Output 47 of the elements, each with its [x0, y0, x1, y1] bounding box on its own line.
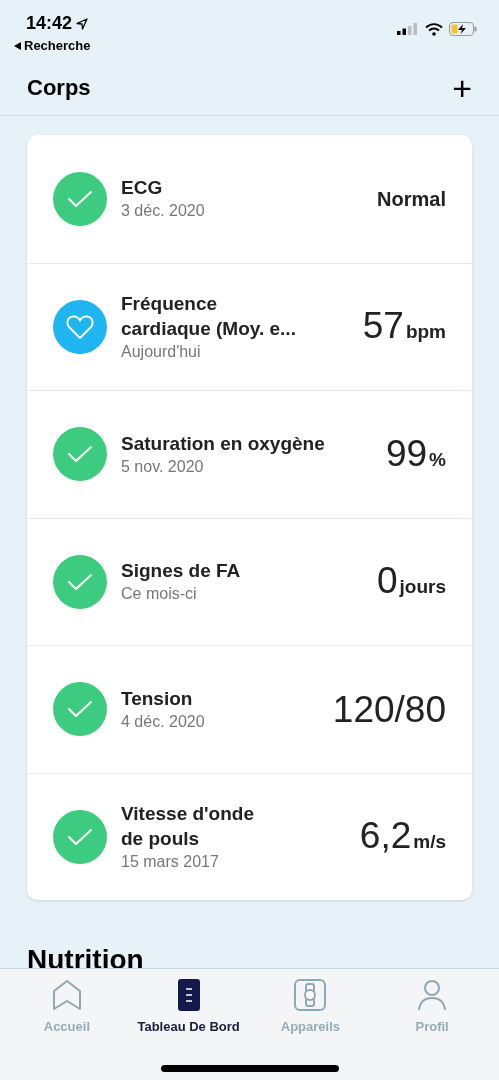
battery-icon: [449, 22, 477, 36]
metric-row[interactable]: Fréquence cardiaque (Moy. e... Aujourd'hui 57 bpm: [27, 262, 472, 390]
back-triangle-icon: [14, 41, 21, 50]
check-icon: [53, 809, 107, 864]
profile-icon: [417, 979, 448, 1011]
metric-unit: %: [429, 447, 446, 472]
watch-icon: [294, 979, 327, 1011]
metric-date: Aujourd'hui: [121, 341, 202, 362]
metric-date: 5 nov. 2020: [121, 456, 205, 477]
list-icon: [177, 979, 200, 1011]
tab-item[interactable]: Tableau De Bord: [128, 979, 249, 1037]
metric-value: 120/80: [332, 690, 446, 728]
metric-title: Signes de FA: [121, 559, 242, 584]
signal-icon: [397, 23, 419, 35]
page-title: Corps: [27, 74, 91, 102]
metric-title: Fréquence cardiaque (Moy. e...: [121, 291, 297, 341]
home-icon: [51, 979, 82, 1011]
status-time: 14:42: [26, 12, 73, 35]
add-button[interactable]: +: [452, 70, 472, 105]
metric-value: Normal: [377, 186, 446, 212]
metric-date: Ce mois-ci: [121, 584, 198, 605]
back-link[interactable]: Recherche: [14, 39, 91, 52]
metric-row[interactable]: Signes de FA Ce mois-ci 0jours: [27, 517, 472, 645]
wifi-icon: [425, 22, 443, 36]
metric-title: Vitesse d'onde de pouls: [121, 801, 255, 851]
metric-row[interactable]: Saturation en oxygène 5 nov. 2020 99%: [27, 390, 472, 518]
check-icon: [53, 682, 107, 737]
metric-title: ECG: [121, 176, 164, 201]
check-icon: [53, 427, 107, 482]
metric-value: 0: [376, 562, 398, 599]
metric-row[interactable]: Tension 4 déc. 2020 120/80: [27, 645, 472, 773]
location-arrow-icon: [76, 17, 89, 30]
metric-title: Saturation en oxygène: [121, 431, 326, 456]
metric-date: 4 déc. 2020: [121, 711, 206, 732]
metric-title: Tension: [121, 686, 194, 711]
metric-unit: jours: [399, 575, 446, 599]
metric-value: 6,2: [359, 817, 412, 854]
check-icon: [53, 171, 107, 226]
metric-unit: m/s: [413, 830, 446, 854]
metric-row[interactable]: Vitesse d'onde de pouls 15 mars 2017 6,2 m/s: [27, 772, 472, 900]
metric-date: 3 déc. 2020: [121, 201, 206, 222]
metric-value: 57: [362, 307, 404, 344]
metric-row[interactable]: ECG 3 déc. 2020 Normal: [27, 135, 472, 263]
metric-date: 15 mars 2017: [121, 851, 220, 872]
metric-value: 99: [385, 434, 428, 472]
check-icon: [53, 554, 107, 609]
metric-unit: bpm: [405, 320, 446, 344]
